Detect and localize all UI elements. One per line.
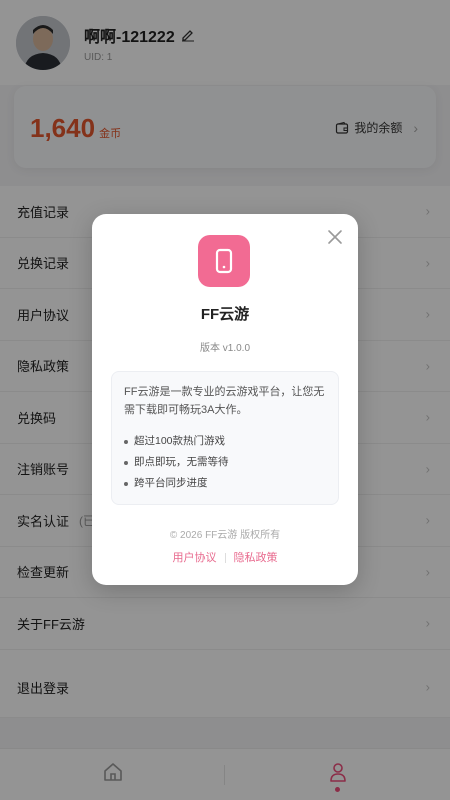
- app-description-box: FF云游是一款专业的云游戏平台，让您无需下载即可畅玩3A大作。 超过100款热门…: [111, 371, 339, 505]
- app-name: FF云游: [200, 306, 250, 323]
- legal-links: 用户协议 隐私政策: [92, 549, 358, 565]
- link-divider: [224, 553, 226, 564]
- feature-item: 超过100款热门游戏: [124, 431, 326, 452]
- feature-list: 超过100款热门游戏 即点即玩，无需等待 跨平台同步进度: [124, 431, 326, 494]
- feature-item: 即点即玩，无需等待: [124, 452, 326, 473]
- app-version: 版本 v1.0.0: [199, 343, 251, 354]
- privacy-policy-link[interactable]: 隐私政策: [234, 552, 278, 564]
- user-agreement-link[interactable]: 用户协议: [173, 552, 217, 564]
- close-icon[interactable]: [326, 228, 344, 246]
- app-description: FF云游是一款专业的云游戏平台，让您无需下载即可畅玩3A大作。: [124, 386, 325, 416]
- about-dialog: FF云游 版本 v1.0.0 FF云游是一款专业的云游戏平台，让您无需下载即可畅…: [92, 214, 358, 585]
- copyright-text: © 2026 FF云游 版权所有: [169, 530, 281, 541]
- feature-item: 跨平台同步进度: [124, 473, 326, 494]
- app-icon: [198, 235, 250, 287]
